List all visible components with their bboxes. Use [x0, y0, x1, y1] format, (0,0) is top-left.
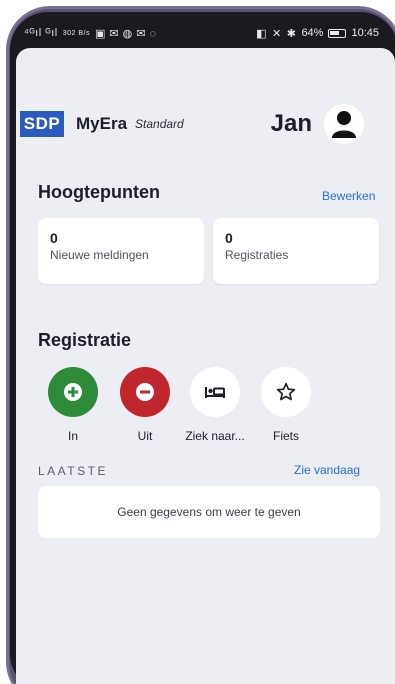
- app-header: SDP MyEra Standard Jan: [20, 100, 364, 148]
- see-today-link[interactable]: Zie vandaag: [294, 463, 360, 477]
- registration-bike-button[interactable]: Fiets: [246, 367, 326, 443]
- highlight-card-value: 0: [225, 230, 233, 246]
- registration-label: Uit: [137, 429, 153, 443]
- star-icon: [261, 367, 311, 417]
- app-edition: Standard: [135, 117, 184, 131]
- user-name[interactable]: Jan: [271, 110, 312, 138]
- battery-icon: [328, 28, 347, 38]
- registration-label: In: [67, 429, 78, 443]
- bluetooth-icon: ✱: [286, 27, 297, 40]
- avatar[interactable]: [324, 104, 364, 144]
- notification-icons: ▣ ✉ ◍ ✉ ◌: [94, 27, 157, 40]
- data-rate: 302 B/s: [62, 29, 90, 37]
- registration-in-button[interactable]: In: [33, 367, 113, 443]
- sdp-logo: SDP: [20, 111, 64, 137]
- bed-icon: [190, 367, 240, 417]
- highlights-title: Hoogtepunten: [38, 182, 160, 202]
- clock: 10:45: [351, 27, 379, 39]
- highlight-card-registrations[interactable]: 0 Registraties: [213, 218, 379, 284]
- battery-percent: 64%: [301, 27, 324, 39]
- registration-sick-button[interactable]: Ziek naar...: [175, 367, 255, 443]
- minus-circle-icon: [120, 367, 170, 417]
- edit-link[interactable]: Bewerken: [322, 189, 375, 203]
- highlight-card-notifications[interactable]: 0 Nieuwe meldingen: [38, 218, 204, 284]
- mute-icon: ✕: [272, 27, 282, 40]
- status-bar: ⁴ᴳıl ᴳıl 302 B/s ▣ ✉ ◍ ✉ ◌ ◧ ✕ ✱ 64% 10:…: [24, 22, 379, 44]
- nfc-icon: ◧: [256, 27, 267, 40]
- registration-title: Registratie: [38, 330, 132, 350]
- highlight-card-label: Nieuwe meldingen: [50, 248, 149, 262]
- signal-icon: ⁴ᴳıl ᴳıl: [24, 27, 58, 39]
- person-icon: [332, 111, 356, 138]
- latest-title: LAATSTE: [38, 464, 108, 478]
- registration-out-button[interactable]: Uit: [105, 367, 185, 443]
- app-name: MyEra: [76, 114, 128, 133]
- empty-state: Geen gegevens om weer te geven: [38, 486, 380, 538]
- registration-actions: In Uit Ziek naar... Fiets: [18, 367, 358, 447]
- registration-label: Fiets: [272, 429, 299, 443]
- highlight-card-value: 0: [50, 230, 58, 246]
- plus-circle-icon: [48, 367, 98, 417]
- highlight-card-label: Registraties: [225, 248, 289, 262]
- registration-label: Ziek naar...: [185, 429, 245, 443]
